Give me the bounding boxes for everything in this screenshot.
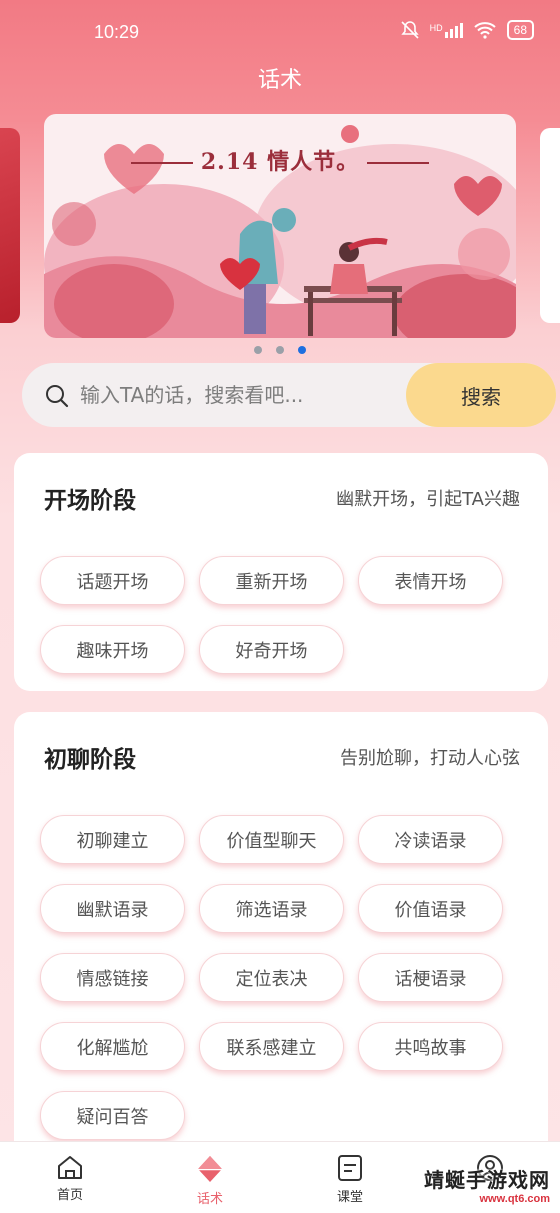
- search-input[interactable]: [80, 375, 400, 415]
- section-card-opening: 开场阶段 幽默开场，引起TA兴趣 话题开场 重新开场 表情开场 趣味开场 好奇开…: [14, 453, 548, 691]
- tag-button[interactable]: 初聊建立: [40, 815, 185, 864]
- carousel-dot-active[interactable]: [298, 346, 306, 354]
- search-icon: [46, 385, 69, 408]
- banner-next-peek[interactable]: [540, 128, 560, 323]
- tag-button[interactable]: 话题开场: [40, 556, 185, 605]
- tag-list: 话题开场 重新开场 表情开场 趣味开场 好奇开场: [40, 556, 530, 674]
- tab-classroom[interactable]: 课堂: [280, 1142, 420, 1213]
- page-title: 话术: [257, 68, 302, 93]
- tag-button[interactable]: 筛选语录: [199, 884, 344, 933]
- tag-button[interactable]: 情感链接: [40, 953, 185, 1002]
- signal-label: HD: [429, 22, 443, 33]
- tab-label: 课堂: [336, 1190, 363, 1205]
- section-title: 开场阶段: [42, 481, 138, 519]
- tag-button[interactable]: 好奇开场: [199, 625, 344, 674]
- status-time: 10:29: [94, 22, 140, 42]
- carousel-dot[interactable]: [276, 346, 284, 354]
- tag-button[interactable]: 价值型聊天: [199, 815, 344, 864]
- tag-button[interactable]: 疑问百答: [40, 1091, 185, 1140]
- status-icons: HD 68: [400, 20, 534, 40]
- tag-button[interactable]: 趣味开场: [40, 625, 185, 674]
- watermark-text: 靖蜒手游戏网: [424, 1168, 550, 1192]
- tag-button[interactable]: 话梗语录: [358, 953, 503, 1002]
- battery-indicator: 68: [506, 20, 534, 40]
- home-icon: [58, 1156, 82, 1179]
- tag-button[interactable]: 定位表决: [199, 953, 344, 1002]
- section-subtitle: 告别尬聊，打动人心弦: [340, 748, 520, 769]
- search-bar: 搜索: [22, 363, 556, 427]
- banner-slide[interactable]: 2.14 情人节。: [44, 114, 516, 338]
- script-icon: [198, 1156, 222, 1182]
- signal-icon: HD: [429, 22, 463, 38]
- carousel-indicator: [254, 346, 306, 354]
- tab-label: 话术: [196, 1192, 223, 1207]
- section-card-initial-chat: 初聊阶段 告别尬聊，打动人心弦 初聊建立 价值型聊天 冷读语录 幽默语录 筛选语…: [14, 712, 548, 1172]
- tab-script[interactable]: 话术: [140, 1142, 280, 1213]
- section-title: 初聊阶段: [42, 740, 138, 778]
- watermark: 靖蜒手游戏网 www.qt6.com: [424, 1164, 550, 1205]
- search-button[interactable]: 搜索: [406, 363, 556, 427]
- banner-prev-peek[interactable]: [0, 128, 20, 323]
- tag-list: 初聊建立 价值型聊天 冷读语录 幽默语录 筛选语录 价值语录 情感链接 定位表决…: [40, 815, 530, 1140]
- tag-button[interactable]: 幽默语录: [40, 884, 185, 933]
- banner-title: 2.14 情人节。: [44, 144, 516, 176]
- wifi-icon: [473, 22, 496, 39]
- tab-home[interactable]: 首页: [0, 1142, 140, 1213]
- mute-bell-icon: [400, 21, 419, 39]
- watermark-url: www.qt6.com: [479, 1193, 551, 1205]
- tab-label: 首页: [56, 1188, 83, 1203]
- tag-button[interactable]: 价值语录: [358, 884, 503, 933]
- section-subtitle: 幽默开场，引起TA兴趣: [336, 489, 520, 510]
- status-bar: 10:29 HD 68: [0, 0, 560, 64]
- carousel-dot[interactable]: [254, 346, 262, 354]
- tag-button[interactable]: 表情开场: [358, 556, 503, 605]
- tag-button[interactable]: 联系感建立: [199, 1022, 344, 1071]
- tag-button[interactable]: 共鸣故事: [358, 1022, 503, 1071]
- tag-button[interactable]: 重新开场: [199, 556, 344, 605]
- tag-button[interactable]: 化解尴尬: [40, 1022, 185, 1071]
- classroom-icon: [338, 1155, 362, 1181]
- tag-button[interactable]: 冷读语录: [358, 815, 503, 864]
